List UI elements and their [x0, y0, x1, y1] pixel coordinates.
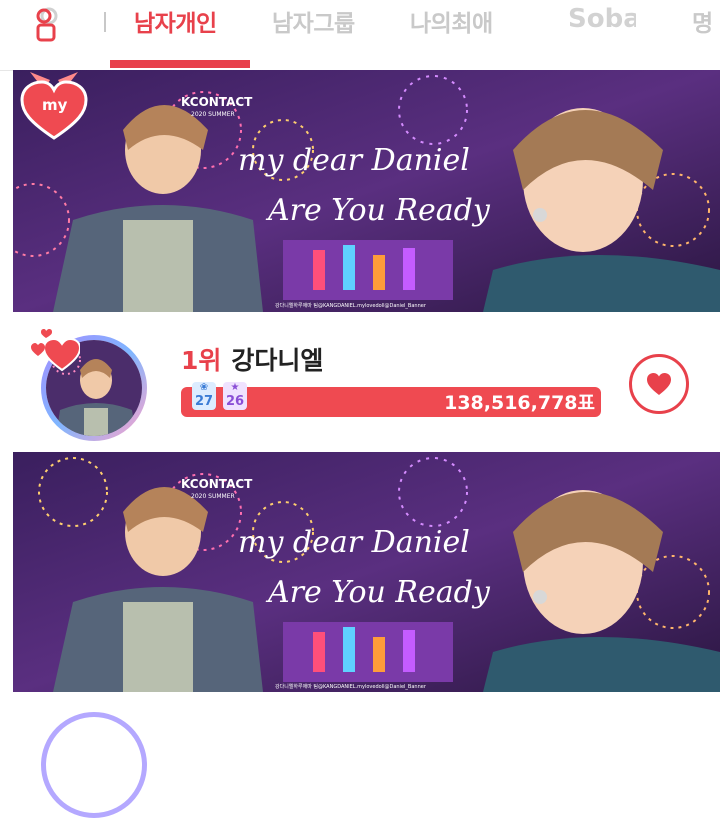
- my-badge-label: my: [42, 96, 68, 114]
- ranking-row[interactable]: 1위 강다니엘 ❀ 27 ★ 26 138,516,778표: [0, 312, 720, 452]
- event-logo-subtext: 2020 SUMMER: [191, 493, 235, 500]
- hearts-decoration-icon: [31, 329, 80, 372]
- artist-banner-duplicate[interactable]: KCONTACT 2020 SUMMER my dear Daniel Are …: [13, 452, 720, 692]
- soba-logo-text: Soba: [568, 4, 636, 34]
- tab-my-favorite[interactable]: 나의최애: [410, 4, 493, 38]
- top-tab-bar: 남자개인 남자그룹 나의최애 Soba 명: [0, 0, 720, 71]
- artist-banner[interactable]: KCONTACT 2020 SUMMER my dear Daniel Are …: [13, 70, 720, 312]
- heart-icon: [647, 373, 671, 395]
- artist-name: 강다니엘: [231, 346, 324, 375]
- person-icon[interactable]: [32, 6, 66, 42]
- banner-credit: 강다니엘하루애마 팀@KANGDANIEL.mylovedoll@Daniel_…: [275, 683, 427, 690]
- banner-credit: 강다니엘하루애마 팀@KANGDANIEL.mylovedoll@Daniel_…: [275, 302, 427, 309]
- script-title-line2: Are You Ready: [265, 193, 491, 228]
- script-title-line2: Are You Ready: [265, 575, 491, 610]
- rank-and-name: 1위 강다니엘: [181, 341, 323, 377]
- tab-male-group[interactable]: 남자그룹: [272, 4, 355, 38]
- event-logo-text: KCONTACT: [181, 95, 253, 109]
- event-logo-text: KCONTACT: [181, 477, 253, 491]
- event-logo-subtext: 2020 SUMMER: [191, 111, 235, 118]
- next-avatar-ring[interactable]: [41, 712, 147, 818]
- vote-count: 138,516,778표: [444, 392, 595, 414]
- my-favorite-badge: my: [20, 72, 88, 140]
- vote-heart-button[interactable]: [629, 354, 689, 414]
- tab-male-solo[interactable]: 남자개인: [134, 4, 217, 38]
- soba-logo[interactable]: Soba: [568, 0, 636, 36]
- script-title-line1: my dear Daniel: [238, 143, 470, 178]
- active-tab-indicator: [110, 60, 250, 68]
- next-ranking-row-partial[interactable]: [0, 692, 720, 818]
- script-title-line1: my dear Daniel: [238, 525, 470, 560]
- tab-divider: [104, 12, 106, 32]
- tab-partial-next[interactable]: 명: [692, 4, 713, 38]
- rank-number: 1위: [181, 346, 222, 375]
